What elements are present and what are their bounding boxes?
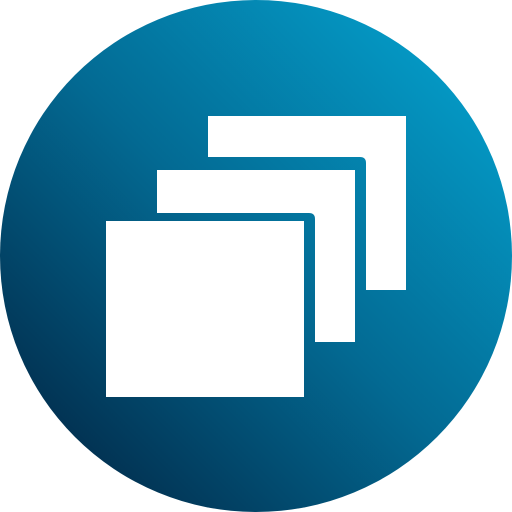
- icon-svg: [0, 0, 512, 512]
- stacked-windows-icon: [0, 0, 512, 512]
- front-window-shape: [106, 221, 304, 397]
